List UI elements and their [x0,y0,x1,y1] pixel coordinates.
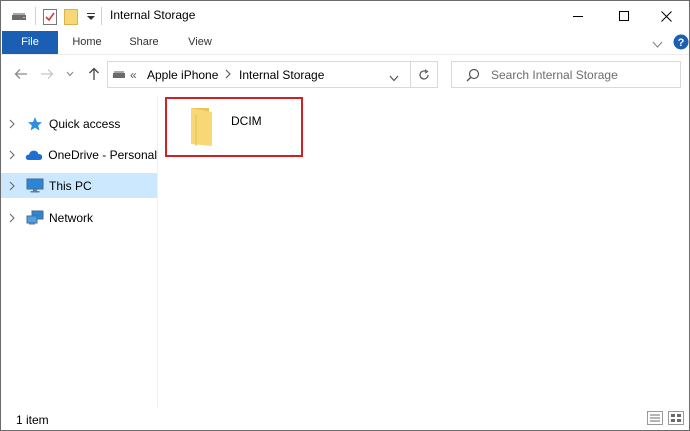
chevron-right-icon[interactable] [1,119,23,129]
explorer-window: Internal Storage File Home Share View ? [0,0,690,431]
new-folder-icon[interactable] [64,9,78,28]
tab-file[interactable]: File [2,31,58,54]
folder-item-dcim[interactable]: DCIM [165,97,303,157]
details-view-icon[interactable] [647,411,663,428]
properties-icon[interactable] [43,9,57,28]
tab-view[interactable]: View [179,31,221,54]
status-bar: 1 item [1,407,689,430]
nav-item-label: This PC [49,178,92,193]
address-dropdown-icon[interactable] [389,71,399,85]
address-overflow[interactable]: « [130,68,137,82]
address-bar[interactable]: « Apple iPhone Internal Storage [107,61,411,88]
folder-icon [185,106,215,151]
breadcrumb-internal-storage[interactable]: Internal Storage [239,68,324,82]
folder-name: DCIM [231,114,262,128]
maximize-button[interactable] [601,1,647,31]
breadcrumb-apple-iphone[interactable]: Apple iPhone [147,68,218,82]
monitor-icon [25,178,45,194]
nav-item-label: Network [49,210,94,225]
breadcrumb-separator-icon[interactable] [225,68,231,82]
search-input[interactable]: Search Internal Storage [491,68,618,82]
drive-icon [11,9,27,26]
tab-home[interactable]: Home [64,31,110,54]
recent-locations-icon[interactable] [63,64,77,84]
nav-item-network[interactable]: Network [1,205,157,230]
nav-item-quick-access[interactable]: Quick access [1,111,157,136]
expand-ribbon-icon[interactable] [652,38,663,52]
star-icon [25,116,45,132]
item-count: 1 item [16,413,49,427]
up-button[interactable] [85,64,103,84]
title-bar: Internal Storage [1,1,689,31]
nav-item-label: Quick access [49,116,121,131]
tab-share[interactable]: Share [122,31,166,54]
back-button[interactable] [11,64,31,84]
customize-quick-access-icon[interactable] [86,11,96,25]
chevron-right-icon[interactable] [1,150,23,160]
refresh-button[interactable] [411,61,438,88]
svg-text:?: ? [678,37,685,49]
search-box[interactable]: Search Internal Storage [451,61,681,88]
refresh-icon [419,68,429,80]
window-title: Internal Storage [110,8,196,22]
nav-item-label: OneDrive - Personal [48,147,157,162]
nav-item-onedrive[interactable]: OneDrive - Personal [1,142,157,167]
cloud-icon [25,147,45,163]
search-icon [466,68,480,85]
forward-button[interactable] [37,64,57,84]
title-divider [35,7,36,25]
large-icons-view-icon[interactable] [668,411,684,428]
chevron-right-icon[interactable] [1,213,23,223]
help-icon[interactable]: ? [673,34,689,53]
file-list: DCIM [159,95,689,407]
ribbon-tabs: File Home Share View ? [1,31,689,55]
network-icon [25,210,45,226]
close-button[interactable] [643,1,689,31]
minimize-button[interactable] [555,1,601,31]
chevron-right-icon[interactable] [1,181,23,191]
nav-item-this-pc[interactable]: This PC [1,173,157,198]
title-divider [101,7,102,25]
navigation-bar: « Apple iPhone Internal Storage Search I… [1,55,689,95]
drive-icon [112,69,126,84]
navigation-pane: Quick access OneDrive - Personal This PC… [1,95,158,407]
